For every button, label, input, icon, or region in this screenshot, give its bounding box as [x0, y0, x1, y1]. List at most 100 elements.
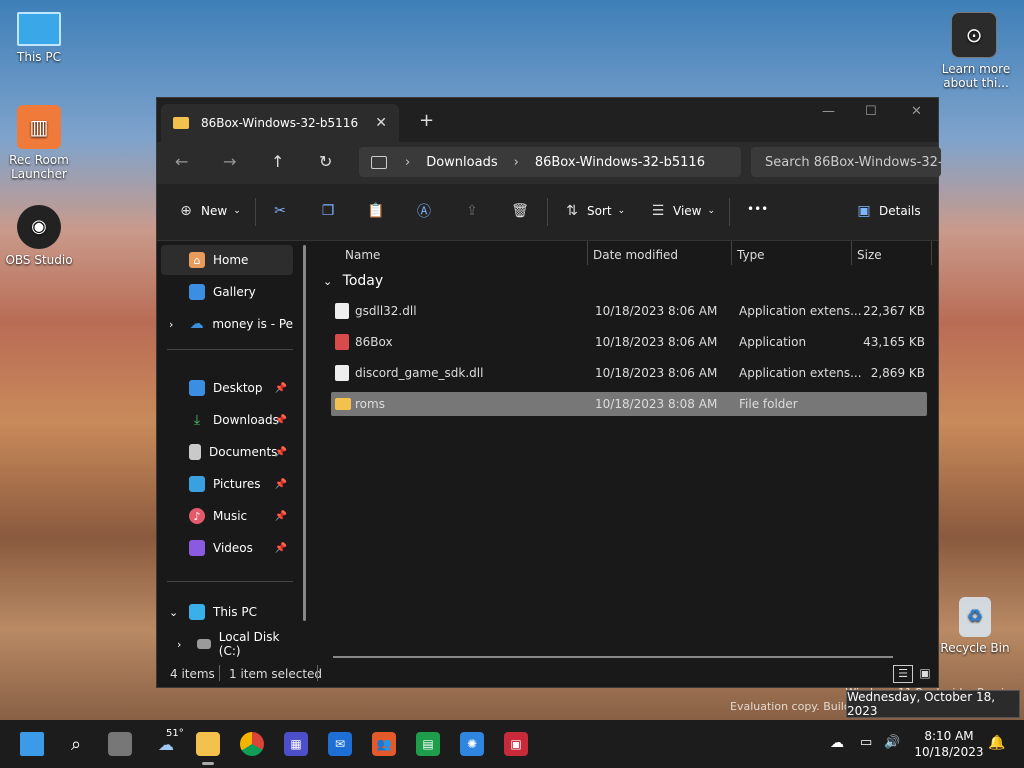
status-bar: 4 items 1 item selected ☰ ▣ — [157, 661, 938, 687]
desktop-icon-obs[interactable]: ◉ OBS Studio — [1, 205, 77, 267]
file-date: 10/18/2023 8:06 AM — [595, 366, 718, 380]
plus-circle-icon: ⊕ — [180, 203, 192, 219]
explorer-tab[interactable]: 86Box-Windows-32-b5116 ✕ — [161, 104, 399, 142]
tiles-view-icon[interactable]: ▣ — [917, 665, 933, 681]
file-row[interactable]: 86Box 10/18/2023 8:06 AM Application 43,… — [331, 330, 927, 354]
pin-icon[interactable]: 📌 — [275, 543, 287, 554]
sidebar-item-this-pc[interactable]: ⌄ This PC — [161, 597, 293, 627]
news-icon[interactable]: ▣ — [504, 732, 528, 756]
pin-icon[interactable]: 📌 — [275, 415, 287, 426]
column-header-date[interactable]: Date modified — [593, 243, 678, 267]
column-divider[interactable] — [731, 241, 732, 265]
new-label: New — [201, 204, 228, 218]
minimize-button[interactable]: — — [822, 104, 835, 119]
new-tab-button[interactable]: + — [419, 110, 434, 131]
file-row[interactable]: discord_game_sdk.dll 10/18/2023 8:06 AM … — [331, 361, 927, 385]
recycle-bin-icon: ♻ — [959, 597, 991, 637]
sidebar-item-videos[interactable]: Videos 📌 — [161, 533, 293, 563]
paste-icon[interactable]: 📋 — [367, 202, 385, 220]
column-divider[interactable] — [931, 241, 932, 265]
mail-icon[interactable]: ✉ — [328, 732, 352, 756]
search-box[interactable]: Search 86Box-Windows-32-b5116 — [751, 147, 941, 177]
file-explorer-taskbar-icon[interactable] — [196, 732, 220, 756]
address-bar[interactable]: › Downloads › 86Box-Windows-32-b5116 — [359, 147, 741, 177]
learn-more-label: Learn more about thi... — [941, 62, 1011, 90]
copy-icon[interactable]: ❐ — [319, 202, 337, 220]
sidebar-item-downloads[interactable]: ⤓ Downloads 📌 — [161, 405, 293, 435]
rec-room-icon: ▥ — [17, 105, 61, 149]
pin-icon[interactable]: 📌 — [275, 479, 287, 490]
sort-icon: ⇅ — [566, 203, 578, 219]
file-row[interactable]: gsdll32.dll 10/18/2023 8:06 AM Applicati… — [331, 299, 927, 323]
calculator-icon[interactable]: ▤ — [416, 732, 440, 756]
notification-bell-icon[interactable]: 🔔 — [988, 735, 1005, 751]
chrome-icon[interactable] — [240, 732, 264, 756]
sort-button[interactable]: ⇅ Sort ⌄ — [563, 202, 625, 220]
drive-icon — [197, 639, 211, 649]
column-divider[interactable] — [587, 241, 588, 265]
view-button[interactable]: ☰ View ⌄ — [649, 202, 715, 220]
pin-icon[interactable]: 📌 — [275, 447, 287, 458]
breadcrumb-downloads[interactable]: Downloads — [426, 155, 497, 170]
delete-icon[interactable]: 🗑 — [511, 202, 529, 220]
clock[interactable]: 8:10 AM 10/18/2023 — [914, 728, 984, 760]
cut-icon[interactable]: ✂ — [271, 202, 289, 220]
search-icon[interactable]: ⌕ — [64, 732, 88, 756]
column-header-type[interactable]: Type — [737, 243, 765, 267]
breadcrumb-current-folder[interactable]: 86Box-Windows-32-b5116 — [535, 155, 705, 170]
desktop-icon-recycle-bin[interactable]: ♻ Recycle Bin — [937, 597, 1013, 655]
sidebar-item-desktop[interactable]: Desktop 📌 — [161, 373, 293, 403]
column-header-name[interactable]: Name — [345, 243, 380, 267]
task-view-icon[interactable] — [108, 732, 132, 756]
sidebar-item-music[interactable]: ♪ Music 📌 — [161, 501, 293, 531]
sidebar-item-onedrive[interactable]: › ☁ money is - Personal — [161, 309, 293, 339]
sidebar-item-documents[interactable]: Documents 📌 — [161, 437, 293, 467]
start-button-windows-icon[interactable] — [20, 732, 44, 756]
sidebar-item-pictures[interactable]: Pictures 📌 — [161, 469, 293, 499]
details-button[interactable]: ▣ Details — [855, 202, 920, 220]
pin-icon[interactable]: 📌 — [275, 383, 287, 394]
more-options-button[interactable]: ••• — [747, 202, 768, 216]
calendar-icon[interactable]: ▦ — [284, 732, 308, 756]
refresh-icon[interactable]: ↻ — [319, 152, 332, 171]
desktop-icon-rec-room[interactable]: ▥ Rec Room Launcher — [1, 105, 77, 181]
new-button[interactable]: ⊕ New ⌄ — [177, 202, 241, 220]
tab-title: 86Box-Windows-32-b5116 — [201, 116, 359, 130]
status-divider — [317, 665, 318, 681]
forward-arrow-icon[interactable]: → — [223, 152, 236, 171]
column-header-size[interactable]: Size — [857, 243, 882, 267]
chevron-down-icon: ⌄ — [707, 206, 716, 216]
up-arrow-icon[interactable]: ↑ — [271, 152, 284, 171]
learn-more-icon: ⊙ — [951, 12, 997, 58]
back-arrow-icon[interactable]: ← — [175, 152, 188, 171]
column-divider[interactable] — [851, 241, 852, 265]
desktop-icon-this-pc[interactable]: This PC — [1, 12, 77, 64]
settings-gear-icon[interactable]: ✺ — [460, 732, 484, 756]
volume-tray-icon[interactable]: 🔊 — [884, 735, 900, 750]
sort-label: Sort — [587, 204, 612, 218]
sidebar-scrollbar[interactable] — [303, 245, 306, 621]
rename-icon[interactable]: Ⓐ — [415, 202, 433, 220]
maximize-button[interactable]: ☐ — [865, 104, 877, 119]
learn-more-widget[interactable]: ⊙ Learn more about thi... — [936, 12, 1012, 90]
details-view-icon[interactable]: ☰ — [893, 665, 913, 683]
chevron-down-icon: ⌄ — [233, 206, 241, 216]
file-row-selected[interactable]: roms 10/18/2023 8:08 AM File folder — [331, 392, 927, 416]
view-label: View — [673, 204, 702, 218]
onedrive-tray-icon[interactable]: ☁ — [830, 735, 844, 751]
dll-file-icon — [335, 303, 349, 319]
share-icon[interactable]: ⇪ — [463, 202, 481, 220]
pictures-icon — [189, 476, 205, 492]
sidebar-item-gallery[interactable]: Gallery — [161, 277, 293, 307]
network-tray-icon[interactable]: ▭ — [860, 735, 872, 750]
close-button[interactable]: ✕ — [911, 104, 922, 119]
pin-icon[interactable]: 📌 — [275, 511, 287, 522]
sidebar-item-local-disk[interactable]: › Local Disk (C:) — [161, 629, 293, 659]
tab-close-button[interactable]: ✕ — [375, 115, 387, 131]
sidebar-item-home[interactable]: ⌂ Home — [161, 245, 293, 275]
horizontal-scrollbar[interactable] — [333, 656, 893, 658]
onedrive-cloud-icon: ☁ — [189, 316, 204, 332]
group-header-today[interactable]: ⌄ Today — [323, 273, 383, 289]
people-icon[interactable]: 👥 — [372, 732, 396, 756]
document-icon — [189, 444, 201, 460]
